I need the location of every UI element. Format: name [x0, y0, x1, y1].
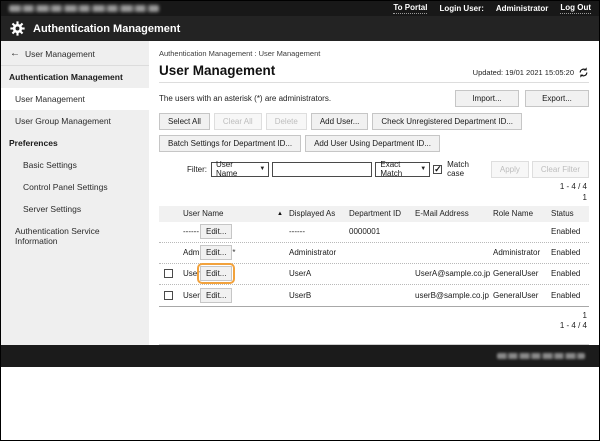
app-title-bar: Authentication Management: [1, 16, 599, 41]
sidebar-nav: ← User Management Authentication Managem…: [1, 41, 149, 345]
match-case-checkbox[interactable]: [433, 165, 442, 174]
edit-button[interactable]: Edit...: [200, 245, 232, 260]
select-all-button[interactable]: Select All: [159, 113, 210, 130]
export-button[interactable]: Export...: [525, 90, 589, 107]
empty-area-below-page: [1, 367, 599, 441]
sidebar-back-label: User Management: [25, 49, 95, 59]
cell-email: UserA@sample.co.jp: [415, 269, 493, 278]
pagination-range: 1 - 4 / 4: [159, 321, 587, 332]
header-status: Status: [551, 209, 589, 218]
sidebar-item-user-management[interactable]: User Management: [1, 88, 149, 110]
toolbar-row-2: Batch Settings for Department ID... Add …: [159, 135, 589, 152]
sidebar-back-link[interactable]: ← User Management: [1, 41, 149, 66]
row-checkbox[interactable]: [164, 291, 173, 300]
login-user-label: Login User:: [439, 4, 483, 13]
updated-timestamp: Updated: 19/01 2021 15:05:20: [473, 68, 574, 77]
blurred-device-name: [9, 5, 159, 12]
cell-status: Enabled: [551, 269, 589, 278]
cell-status: Enabled: [551, 227, 589, 236]
cell-role: GeneralUser: [493, 291, 551, 300]
log-out-link[interactable]: Log Out: [560, 3, 591, 14]
table-row: UserA Edit... UserA UserA@sample.co.jp G…: [159, 264, 589, 285]
to-portal-link[interactable]: To Portal: [393, 3, 427, 14]
clear-filter-button[interactable]: Clear Filter: [532, 161, 589, 178]
apply-button[interactable]: Apply: [491, 161, 529, 178]
cell-displayed-as: Administrator: [289, 248, 349, 257]
filter-label: Filter:: [187, 165, 207, 174]
cell-status: Enabled: [551, 248, 589, 257]
filter-field-value: User Name: [216, 160, 255, 178]
refresh-icon[interactable]: [578, 67, 589, 78]
cell-role: Administrator: [493, 248, 551, 257]
header-displayed-as: Displayed As: [289, 209, 349, 218]
page-title: User Management: [159, 63, 275, 78]
edit-button[interactable]: Edit...: [200, 266, 232, 281]
add-user-button[interactable]: Add User...: [311, 113, 369, 130]
chevron-down-icon: ▼: [259, 166, 265, 172]
edit-button-highlight: Edit...: [197, 263, 235, 284]
import-button[interactable]: Import...: [455, 90, 519, 107]
app-title: Authentication Management: [33, 23, 180, 35]
back-arrow-icon: ←: [10, 48, 20, 59]
match-case-label: Match case: [447, 160, 484, 178]
pagination-bottom: 1 1 - 4 / 4: [159, 311, 589, 333]
header-email-address: E-Mail Address: [415, 209, 493, 218]
sidebar-item-server-settings[interactable]: Server Settings: [1, 198, 149, 220]
filter-text-input[interactable]: [272, 162, 372, 177]
pagination-page-number: 1: [159, 193, 587, 204]
sort-ascending-icon[interactable]: ▲: [277, 211, 283, 217]
footer-bar: [1, 345, 599, 367]
batch-settings-department-id-button[interactable]: Batch Settings for Department ID...: [159, 135, 301, 152]
sidebar-item-authentication-service-information[interactable]: Authentication Service Information: [1, 220, 149, 252]
table-row: ------ Edit... ------ 0000001 Enabled: [159, 222, 589, 243]
clear-all-button[interactable]: Clear All: [214, 113, 262, 130]
table-header-row: User Name ▲ Displayed As Department ID E…: [159, 206, 589, 222]
filter-field-select[interactable]: User Name ▼: [211, 162, 269, 177]
delete-button[interactable]: Delete: [266, 113, 307, 130]
header-role-name: Role Name: [493, 209, 551, 218]
row-checkbox[interactable]: [164, 269, 173, 278]
filter-match-value: Exact Match: [380, 160, 416, 178]
browser-viewport: To Portal Login User: Administrator Log …: [0, 0, 600, 441]
filter-match-select[interactable]: Exact Match ▼: [375, 162, 430, 177]
gear-icon: [10, 21, 25, 36]
breadcrumb: Authentication Management : User Managem…: [159, 49, 589, 58]
pagination-range: 1 - 4 / 4: [159, 182, 587, 193]
sidebar-item-user-group-management[interactable]: User Group Management: [1, 110, 149, 132]
chevron-down-icon: ▼: [420, 166, 426, 172]
cell-displayed-as: UserB: [289, 291, 349, 300]
table-row: Administrator * Edit... Administrator Ad…: [159, 243, 589, 264]
sidebar-section-authentication-management: Authentication Management: [1, 66, 149, 88]
edit-button[interactable]: Edit...: [200, 288, 232, 303]
header-user-name[interactable]: User Name: [177, 209, 223, 218]
table-row: UserB Edit... UserB userB@sample.co.jp G…: [159, 285, 589, 306]
check-unregistered-department-id-button[interactable]: Check Unregistered Department ID...: [372, 113, 522, 130]
blurred-copyright-text: [497, 353, 585, 359]
cell-department-id: 0000001: [349, 227, 415, 236]
edit-button[interactable]: Edit...: [200, 224, 232, 239]
cell-displayed-as: ------: [289, 227, 349, 236]
sidebar-item-basic-settings[interactable]: Basic Settings: [1, 154, 149, 176]
header-department-id: Department ID: [349, 209, 415, 218]
toolbar-row-1: Select All Clear All Delete Add User... …: [159, 113, 589, 130]
content-divider: [159, 344, 589, 345]
sidebar-item-control-panel-settings[interactable]: Control Panel Settings: [1, 176, 149, 198]
pagination-page-number: 1: [159, 311, 587, 322]
main-content: Authentication Management : User Managem…: [149, 41, 599, 345]
cell-status: Enabled: [551, 291, 589, 300]
login-user-value: Administrator: [496, 4, 548, 13]
filter-row: Filter: User Name ▼ Exact Match ▼ Match …: [187, 160, 589, 178]
topbar-links: To Portal Login User: Administrator Log …: [393, 3, 591, 14]
cell-displayed-as: UserA: [289, 269, 349, 278]
sidebar-section-preferences: Preferences: [1, 132, 149, 154]
user-table: User Name ▲ Displayed As Department ID E…: [159, 206, 589, 307]
top-device-bar: To Portal Login User: Administrator Log …: [1, 1, 599, 16]
cell-email: userB@sample.co.jp: [415, 291, 493, 300]
pagination-top: 1 - 4 / 4 1: [159, 182, 589, 204]
admin-asterisk-note: The users with an asterisk (*) are admin…: [159, 94, 331, 103]
cell-role: GeneralUser: [493, 269, 551, 278]
add-user-using-department-id-button[interactable]: Add User Using Department ID...: [305, 135, 440, 152]
